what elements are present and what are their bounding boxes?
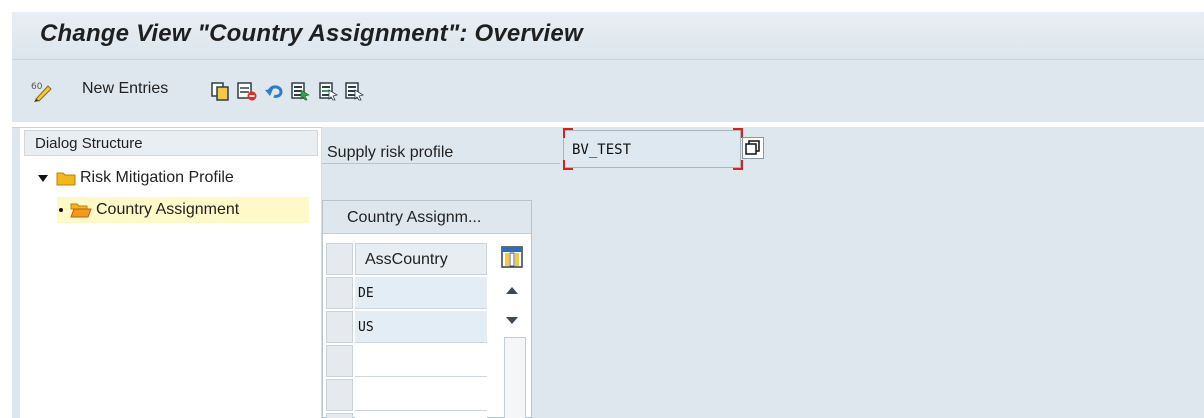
scroll-up-arrow-icon[interactable] [506, 287, 518, 294]
required-corner-marker [563, 128, 573, 138]
copy-icon[interactable] [210, 79, 230, 103]
tree-item-label: Risk Mitigation Profile [80, 169, 234, 186]
dialog-structure-panel: Dialog Structure Risk Mitigation Profile… [12, 127, 322, 418]
undo-icon[interactable] [264, 79, 286, 103]
label-underline [322, 163, 560, 164]
table-row[interactable] [355, 379, 487, 411]
bullet-icon [59, 208, 63, 212]
select-block-icon[interactable] [318, 79, 338, 103]
table-settings-icon[interactable] [501, 246, 523, 268]
application-toolbar: 60 New Entries [12, 60, 1204, 122]
row-selector[interactable] [326, 277, 353, 309]
expand-triangle-icon[interactable] [38, 174, 48, 182]
row-selector[interactable] [326, 379, 353, 411]
scroll-down-arrow-icon[interactable] [506, 317, 518, 324]
display-change-icon[interactable]: 60 [30, 79, 54, 103]
required-corner-marker [563, 160, 573, 170]
table-row[interactable]: DE [355, 277, 487, 309]
tree-item-risk-mitigation-profile[interactable]: Risk Mitigation Profile [38, 165, 234, 191]
deselect-all-icon[interactable] [344, 79, 364, 103]
row-selector[interactable] [326, 345, 353, 377]
column-header-asscountry[interactable]: AssCountry [355, 243, 487, 275]
title-bar: Change View "Country Assignment": Overvi… [12, 12, 1204, 60]
vertical-scrollbar[interactable] [504, 337, 526, 418]
panel-gutter [12, 128, 20, 418]
supply-risk-profile-label: Supply risk profile [327, 144, 454, 161]
row-selector[interactable] [326, 413, 353, 418]
supply-risk-profile-value: BV_TEST [572, 142, 632, 158]
svg-text:60: 60 [31, 82, 43, 92]
required-corner-marker [733, 160, 743, 170]
row-selector[interactable] [326, 311, 353, 343]
folder-open-icon [70, 202, 92, 218]
table-row[interactable] [355, 345, 487, 377]
cell-asscountry: US [358, 320, 374, 335]
delete-icon[interactable] [236, 79, 258, 103]
tree-item-country-assignment[interactable]: Country Assignment [57, 197, 309, 223]
value-help-button[interactable] [742, 137, 764, 159]
column-header-label: AssCountry [365, 251, 448, 268]
table-title-bar: Country Assignm... [323, 201, 531, 234]
cell-asscountry: DE [358, 286, 374, 301]
select-all-icon[interactable] [290, 79, 310, 103]
tree-item-label: Country Assignment [96, 201, 240, 218]
folder-icon [56, 170, 76, 186]
table-row[interactable] [355, 413, 487, 418]
country-assignment-table: Country Assignm... AssCountry DE US [322, 200, 532, 418]
page-title: Change View "Country Assignment": Overvi… [40, 20, 583, 47]
value-help-icon [745, 140, 760, 155]
dialog-structure-header: Dialog Structure [24, 130, 318, 156]
table-title: Country Assignm... [347, 209, 482, 226]
select-all-rows-button[interactable] [326, 243, 353, 275]
new-entries-button[interactable]: New Entries [82, 80, 168, 98]
table-row[interactable]: US [355, 311, 487, 343]
dialog-structure-title: Dialog Structure [35, 135, 143, 152]
